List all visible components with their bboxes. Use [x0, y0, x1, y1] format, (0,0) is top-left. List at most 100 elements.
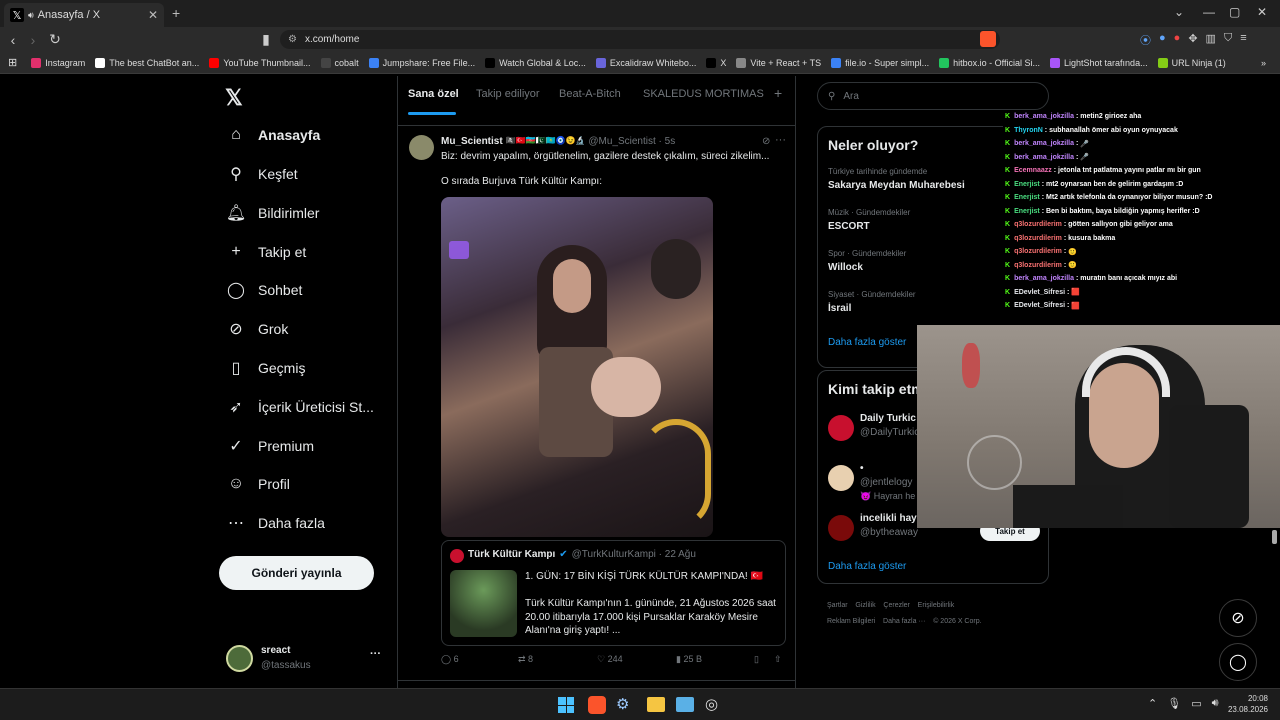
trend-name[interactable]: ESCORT [828, 221, 870, 232]
nav-item[interactable]: ⊘ Grok [226, 316, 288, 342]
grok-explain-icon[interactable]: ⊘ [762, 136, 770, 147]
bookmark-item[interactable]: Vite + React + TS [736, 57, 821, 68]
bookmark-page-icon[interactable]: ▮ [256, 31, 276, 48]
brave-taskbar-icon[interactable] [588, 696, 606, 714]
browser-tab[interactable]: 𝕏 🔊︎ Anasayfa / X ✕ [4, 3, 164, 27]
sidebar-icon[interactable]: ▥ [1206, 32, 1216, 48]
bookmark-item[interactable]: The best ChatBot an... [95, 57, 199, 68]
volume-icon[interactable]: 🔊︎ [1212, 697, 1219, 710]
nav-item[interactable]: ⚲ Keşfet [226, 161, 298, 187]
bookmark-item[interactable]: file.io - Super simpl... [831, 57, 929, 68]
bookmark-tweet-icon[interactable]: ▯ [754, 654, 759, 665]
close-window-button[interactable]: ✕ [1257, 5, 1267, 19]
tweet-more-icon[interactable]: ··· [775, 134, 786, 146]
tweet-video-image[interactable] [441, 197, 713, 537]
nav-item[interactable]: + Takip et [226, 239, 306, 265]
app-taskbar-icon[interactable] [676, 697, 694, 712]
follow-avatar[interactable] [828, 515, 854, 541]
forward-button[interactable]: › [23, 32, 43, 48]
obs-taskbar-icon[interactable]: ◎ [705, 695, 718, 713]
extension-blue-icon[interactable]: ● [1159, 32, 1166, 48]
footer-more[interactable]: Daha fazla ··· [883, 618, 925, 625]
footer-ads[interactable]: Reklam Bilgileri [827, 618, 875, 625]
audio-icon[interactable]: ⦿ [1140, 32, 1151, 48]
more-bookmarks-icon[interactable]: » [1261, 58, 1266, 68]
back-button[interactable]: ‹ [3, 32, 23, 48]
nav-item[interactable]: ☺ Profil [226, 471, 290, 497]
network-icon[interactable]: ▭ [1191, 697, 1201, 710]
nav-item[interactable]: ◯ Sohbet [226, 277, 302, 303]
nav-item[interactable]: 🔔︎ Bildirimler [226, 200, 320, 226]
close-tab-icon[interactable]: ✕ [148, 8, 158, 22]
site-settings-icon[interactable]: ⚙ [288, 34, 297, 45]
tab-list-beat[interactable]: Beat-A-Bitch [559, 88, 621, 100]
trend-name[interactable]: Sakarya Meydan Muharebesi [828, 180, 965, 191]
nav-item[interactable]: ⋯ Daha fazla [226, 510, 325, 536]
views-button[interactable]: ▮ 25 B [676, 654, 702, 665]
footer-cookies[interactable]: Çerezler [883, 602, 909, 609]
tab-list-icon[interactable]: ⌄ [1174, 5, 1184, 19]
follow-show-more[interactable]: Daha fazla göster [828, 561, 906, 572]
messages-fab-icon[interactable]: ◯ [1219, 643, 1257, 681]
scrollbar-thumb[interactable] [1272, 530, 1277, 544]
follow-avatar[interactable] [828, 415, 854, 441]
steam-taskbar-icon[interactable]: ⚙ [616, 695, 629, 713]
tweet-avatar[interactable] [409, 135, 434, 160]
bookmark-item[interactable]: X [706, 57, 726, 68]
quoted-tweet[interactable]: Türk Kültür Kampı ✔ @TurkKulturKampi · 2… [441, 540, 786, 646]
trend-name[interactable]: İsrail [828, 303, 851, 314]
post-button[interactable]: Gönderi yayınla [219, 556, 374, 590]
account-more-icon[interactable]: ··· [370, 648, 381, 660]
nav-item[interactable]: ▯ Geçmiş [226, 355, 306, 381]
nav-item[interactable]: ✓ Premium [226, 433, 314, 459]
extension-red-icon[interactable]: ● [1174, 32, 1181, 48]
bookmark-item[interactable]: Jumpshare: Free File... [368, 57, 475, 68]
minimize-button[interactable]: — [1203, 5, 1215, 19]
share-tweet-icon[interactable]: ⇧ [774, 654, 782, 665]
url-field[interactable]: ⚙ x.com/home ⧉ [280, 30, 1000, 49]
vpn-icon[interactable]: ⛉ [1224, 32, 1232, 48]
bookmark-item[interactable]: LightShot tarafında... [1050, 57, 1148, 68]
tweet-handle-time[interactable]: @Mu_Scientist · 5s [588, 136, 675, 147]
clock[interactable]: 20:08 23.08.2026 [1226, 693, 1268, 715]
tray-chevron-icon[interactable]: ⌃ [1148, 697, 1157, 710]
x-logo-icon[interactable]: 𝕏 [225, 85, 243, 111]
account-switcher[interactable]: sreact @tassakus ··· [226, 644, 386, 674]
repost-button[interactable]: ⇄ 8 [518, 654, 533, 665]
file-explorer-icon[interactable] [647, 697, 665, 712]
follow-avatar[interactable] [828, 465, 854, 491]
tab-for-you[interactable]: Sana özel [408, 88, 459, 100]
search-input[interactable]: ⚲ Ara [817, 82, 1049, 110]
footer-terms[interactable]: Şartlar [827, 602, 848, 609]
bookmark-item[interactable]: Watch Global & Loc... [485, 57, 586, 68]
bookmark-item[interactable]: URL Ninja (1) [1157, 57, 1226, 68]
bookmark-item[interactable]: cobalt [320, 57, 359, 68]
grok-fab-icon[interactable]: ⊘ [1219, 599, 1257, 637]
follow-name[interactable]: incelikli hay [860, 513, 917, 524]
nav-item[interactable]: ➶ İçerik Üreticisi St... [226, 394, 374, 420]
reply-button[interactable]: ◯ 6 [441, 654, 459, 665]
bookmark-item[interactable]: YouTube Thumbnail... [209, 57, 311, 68]
bookmark-item[interactable]: Instagram [31, 57, 85, 68]
footer-accessibility[interactable]: Erişilebilirlik [918, 602, 955, 609]
nav-item[interactable]: ⌂ Anasayfa [226, 122, 320, 148]
menu-icon[interactable]: ≡ [1240, 32, 1246, 48]
footer-privacy[interactable]: Gizlilik [855, 602, 875, 609]
bookmark-item[interactable]: hitbox.io - Official Si... [939, 57, 1040, 68]
apps-grid-icon[interactable]: ⊞ [8, 56, 17, 69]
like-button[interactable]: ♡ 244 [597, 654, 623, 665]
tab-following[interactable]: Takip ediliyor [476, 88, 540, 100]
microphone-icon[interactable]: 🎙︎ [1167, 697, 1181, 710]
new-tab-button[interactable]: + [172, 5, 180, 21]
start-button[interactable] [558, 697, 574, 713]
brave-shield-icon[interactable] [980, 31, 996, 47]
trends-show-more[interactable]: Daha fazla göster [828, 337, 906, 348]
add-tab-icon[interactable]: + [774, 85, 782, 101]
puzzle-icon[interactable]: ✥ [1188, 32, 1197, 48]
bookmark-item[interactable]: Excalidraw Whitebo... [595, 57, 696, 68]
follow-name[interactable]: • [860, 463, 864, 474]
tab-list-skaledus[interactable]: SKALEDUS MORTIMAS [643, 88, 764, 100]
tweet-author[interactable]: Mu_Scientist [441, 136, 503, 147]
trend-name[interactable]: Willock [828, 262, 863, 273]
maximize-button[interactable]: ▢ [1229, 5, 1240, 19]
